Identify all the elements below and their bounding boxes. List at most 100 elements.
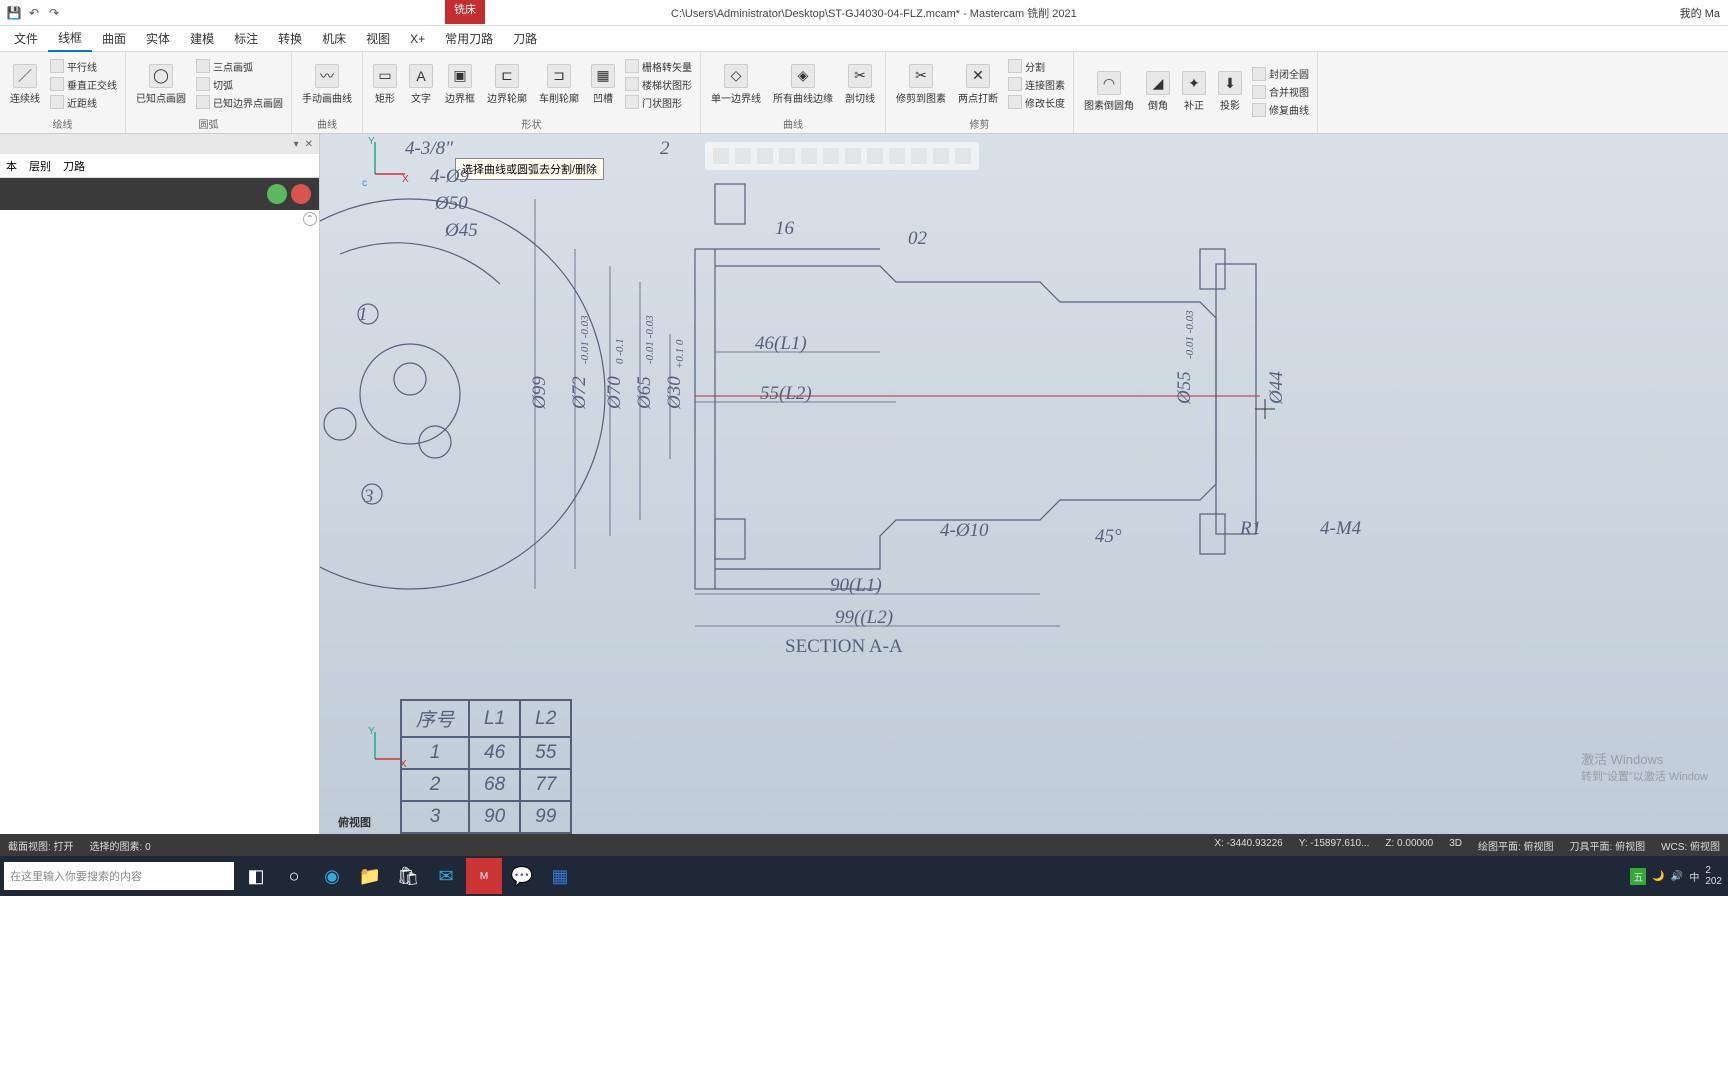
tray-icon[interactable]: 🌙	[1652, 871, 1664, 882]
panel-tab-entity[interactable]: 本	[6, 158, 17, 174]
groove-button[interactable]: ▦凹槽	[587, 54, 619, 114]
redo-icon[interactable]: ↷	[46, 5, 62, 21]
trim-button[interactable]: ✂修剪到图素	[892, 54, 950, 114]
perpendicular-line-button[interactable]: 垂直正交线	[48, 76, 119, 93]
panel-dropdown-icon[interactable]: ▾	[294, 139, 299, 150]
boundary-button[interactable]: ⊏边界轮廓	[483, 54, 531, 114]
single-edge-button[interactable]: ◇单一边界线	[707, 54, 765, 114]
tab-transform[interactable]: 转换	[268, 26, 312, 51]
tangent-arc-button[interactable]: 切弧	[194, 76, 285, 93]
mastercam-icon[interactable]: M	[466, 858, 502, 894]
sb-wcs[interactable]: WCS: 俯视图	[1661, 838, 1720, 853]
drawing-canvas[interactable]: 选择曲线或圆弧去分割/删除 Y X c Y X 1	[320, 134, 1728, 834]
edge-circle-button[interactable]: 已知边界点画圆	[194, 94, 285, 111]
all-edges-button[interactable]: ◈所有曲线边缘	[769, 54, 837, 114]
ribbon-tabs: 文件 线框 曲面 实体 建模 标注 转换 机床 视图 X+ 常用刀路 刀路	[0, 26, 1728, 52]
group-label-curve2: 曲线	[707, 114, 879, 131]
text-button[interactable]: A文字	[405, 54, 437, 114]
break2pt-button[interactable]: ✕两点打断	[954, 54, 1002, 114]
slice-icon: ✂	[848, 64, 872, 88]
svg-text:c: c	[362, 178, 367, 189]
bbox-icon: ▣	[448, 64, 472, 88]
svg-text:3: 3	[363, 486, 374, 507]
three-point-arc-button[interactable]: 三点画弧	[194, 58, 285, 75]
explorer-icon[interactable]: 📁	[352, 858, 388, 894]
mergeview-button[interactable]: 合并视图	[1250, 83, 1311, 100]
closest-line-button[interactable]: 近距线	[48, 94, 119, 111]
closecircle-button[interactable]: 封闭全圆	[1250, 65, 1311, 82]
cortana-icon[interactable]: ○	[276, 858, 312, 894]
break-icon: ✕	[966, 64, 990, 88]
clock[interactable]: 2202	[1705, 865, 1722, 887]
save-icon[interactable]: 💾	[6, 5, 22, 21]
turn-profile-button[interactable]: ⊐车削轮廓	[535, 54, 583, 114]
sb-cplane[interactable]: 绘图平面: 俯视图	[1478, 838, 1554, 853]
cancel-button[interactable]	[291, 184, 311, 204]
edge-icon[interactable]: ◉	[314, 858, 350, 894]
collapse-icon[interactable]: ⌃	[303, 212, 317, 226]
sb-y: Y: -15897.610...	[1299, 838, 1370, 853]
store-icon[interactable]: 🛍	[390, 858, 426, 894]
spline-button[interactable]: 〰手动画曲线	[298, 54, 356, 114]
join-button[interactable]: 连接图素	[1006, 76, 1067, 93]
tab-common-toolpath[interactable]: 常用刀路	[435, 26, 503, 51]
divide-button[interactable]: 分割	[1006, 58, 1067, 75]
stair-button[interactable]: 楼梯状图形	[623, 76, 694, 93]
door-button[interactable]: 门状图形	[623, 94, 694, 111]
tab-wireframe[interactable]: 线框	[48, 25, 92, 52]
tab-toolpath[interactable]: 刀路	[503, 26, 547, 51]
slice-button[interactable]: ✂剖切线	[841, 54, 879, 114]
offset-icon: ✦	[1182, 71, 1206, 95]
dim-d50: Ø50	[434, 193, 468, 214]
sb-section-view[interactable]: 截面视图: 打开	[8, 838, 74, 853]
side-panel: ▾ ✕ 本 层别 刀路 ⌃	[0, 134, 320, 834]
parallel-line-button[interactable]: 平行线	[48, 58, 119, 75]
ime-icon[interactable]: 五	[1630, 868, 1646, 885]
sb-tplane[interactable]: 刀具平面: 俯视图	[1570, 838, 1646, 853]
bbox-button[interactable]: ▣边界框	[441, 54, 479, 114]
tab-drafting[interactable]: 标注	[224, 26, 268, 51]
panel-tab-toolpaths[interactable]: 刀路	[63, 158, 85, 174]
tab-file[interactable]: 文件	[4, 26, 48, 51]
tab-solid[interactable]: 实体	[136, 26, 180, 51]
tab-surface[interactable]: 曲面	[92, 26, 136, 51]
taskbar-search[interactable]: 在这里输入你要搜索的内容	[4, 862, 234, 890]
svg-text:Ø70: Ø70	[604, 376, 625, 410]
circle-button[interactable]: ◯已知点画圆	[132, 54, 190, 114]
modlen-button[interactable]: 修改长度	[1006, 94, 1067, 111]
ok-button[interactable]	[267, 184, 287, 204]
tab-model[interactable]: 建模	[180, 26, 224, 51]
svg-text:Ø65: Ø65	[634, 376, 655, 410]
flange-front-view: 1 3	[320, 199, 605, 589]
windows-watermark: 激活 Windows 转到"设置"以激活 Window	[1581, 749, 1708, 784]
ime-lang[interactable]: 中	[1689, 869, 1699, 884]
mail-icon[interactable]: ✉	[428, 858, 464, 894]
volume-icon[interactable]: 🔊	[1671, 871, 1683, 882]
table-row: 39099	[401, 801, 571, 833]
raster-vector-button[interactable]: 栅格转矢量	[623, 58, 694, 75]
undo-icon[interactable]: ↶	[26, 5, 42, 21]
context-tab-mill[interactable]: 铣床	[445, 0, 485, 24]
sb-3d[interactable]: 3D	[1449, 838, 1462, 853]
wechat-icon[interactable]: 💬	[504, 858, 540, 894]
task-view-icon[interactable]: ◧	[238, 858, 274, 894]
panel-tab-levels[interactable]: 层别	[29, 158, 51, 174]
fillet-button[interactable]: ◠图素倒圆角	[1080, 54, 1138, 129]
parameter-table: 序号L1L2 14655 26877 39099	[400, 699, 572, 834]
group-label-arc: 圆弧	[132, 114, 285, 131]
panel-close-icon[interactable]: ✕	[305, 139, 313, 150]
tab-view[interactable]: 视图	[356, 26, 400, 51]
project-button[interactable]: ⬇投影	[1214, 54, 1246, 129]
tab-machine[interactable]: 机床	[312, 26, 356, 51]
svg-text:Y: Y	[368, 726, 375, 737]
line-button[interactable]: ／连续线	[6, 54, 44, 114]
axis-triad-top: Y X c	[362, 136, 409, 189]
repaircurve-button[interactable]: 修复曲线	[1250, 101, 1311, 118]
svg-text:46(L1): 46(L1)	[755, 333, 807, 354]
app-icon[interactable]: ▦	[542, 858, 578, 894]
sb-z: Z: 0.00000	[1385, 838, 1433, 853]
tab-xplus[interactable]: X+	[400, 28, 435, 50]
chamfer-button[interactable]: ◢倒角	[1142, 54, 1174, 129]
offset-button[interactable]: ✦补正	[1178, 54, 1210, 129]
rectangle-button[interactable]: ▭矩形	[369, 54, 401, 114]
